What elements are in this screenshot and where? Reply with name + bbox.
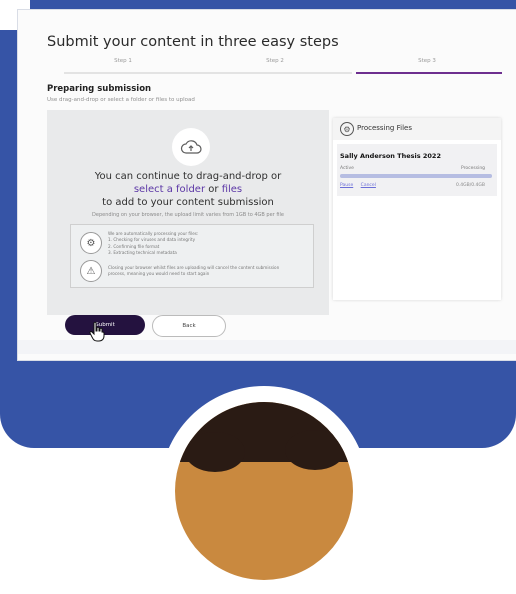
- file-progress-fill: [340, 174, 492, 178]
- file-actions: Pause Cancel: [340, 183, 382, 188]
- or-text: or: [208, 184, 219, 195]
- step-line-active: [356, 71, 502, 74]
- back-button[interactable]: Back: [152, 315, 226, 337]
- preparing-title: Preparing submission: [47, 84, 152, 94]
- gear-icon: ⚙: [340, 122, 354, 136]
- file-status-right: Processing: [461, 166, 486, 171]
- processing-panel-title: Processing Files: [357, 124, 412, 132]
- cancel-link[interactable]: Cancel: [361, 183, 376, 188]
- hand-cursor-icon: [89, 321, 105, 342]
- file-status-left: Active: [340, 166, 354, 171]
- upload-cloud-icon: [172, 128, 210, 166]
- drop-instruction-line3: to add to your content submission: [102, 197, 274, 208]
- page-title: Submit your content in three easy steps: [47, 34, 339, 50]
- processing-gear-icon: ⚙: [80, 232, 102, 254]
- step-1-label[interactable]: Step 1: [48, 58, 198, 64]
- step-3-label[interactable]: Step 3: [352, 58, 502, 64]
- file-progress-bar: [340, 174, 492, 178]
- select-files-link[interactable]: files: [222, 184, 242, 195]
- step-2-label[interactable]: Step 2: [200, 58, 350, 64]
- upload-limit-text: Depending on your browser, the upload li…: [92, 212, 284, 218]
- warning-line-2: process, meaning you would need to start…: [108, 271, 210, 277]
- select-folder-link[interactable]: select a folder: [134, 184, 205, 195]
- processing-item: 1. Checking for viruses and data integri…: [108, 237, 196, 243]
- file-name: Sally Anderson Thesis 2022: [340, 152, 441, 160]
- avatar-hair-curl: [285, 430, 345, 470]
- pause-link[interactable]: Pause: [340, 183, 353, 188]
- warning-icon: ⚠: [80, 260, 102, 282]
- step-line-completed: [64, 72, 352, 74]
- avatar: [175, 402, 353, 580]
- drop-instruction-line2: select a folder or files: [47, 184, 329, 195]
- processing-item: 3. Extracting technical metadata: [108, 249, 177, 255]
- warning-info: Closing your browser whilst files are up…: [108, 265, 279, 278]
- processing-info: We are automatically processing your fil…: [108, 231, 198, 256]
- preparing-subtitle: Use drag-and-drop or select a folder or …: [47, 97, 195, 103]
- avatar-hair-curl: [185, 432, 245, 472]
- drop-instruction-line1: You can continue to drag-and-drop or: [94, 171, 282, 182]
- file-size: 0.4GB/0.4GB: [456, 183, 485, 188]
